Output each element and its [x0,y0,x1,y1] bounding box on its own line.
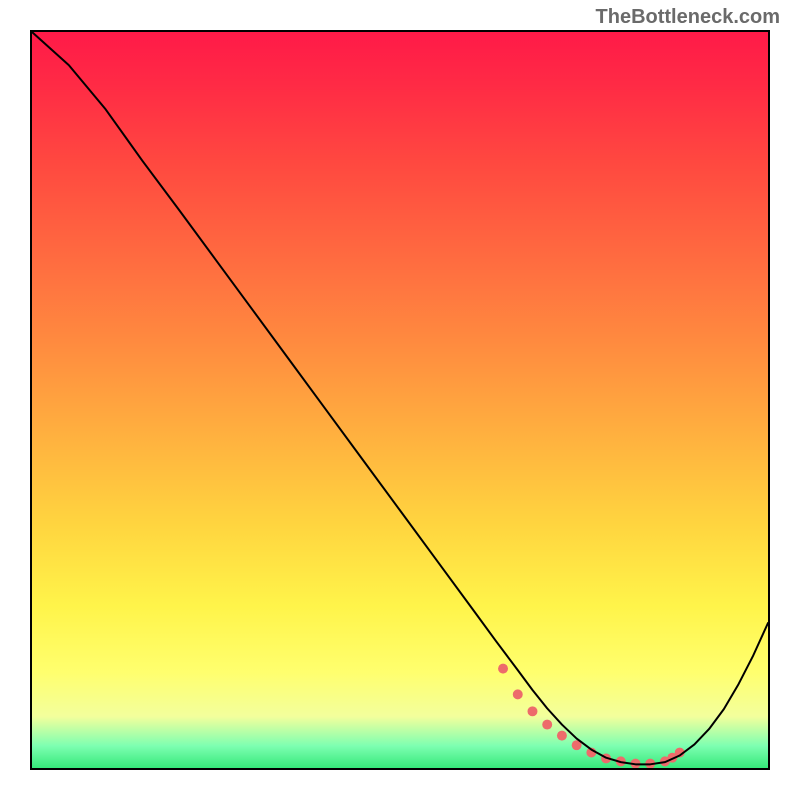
chart-markers [498,664,685,768]
chart-marker [498,664,508,674]
chart-curve [32,32,768,764]
chart-plot-area [30,30,770,770]
chart-marker [557,731,567,741]
chart-svg-overlay [32,32,768,768]
chart-marker [542,720,552,730]
chart-marker [528,706,538,716]
chart-marker [513,689,523,699]
watermark-text: TheBottleneck.com [596,6,780,29]
